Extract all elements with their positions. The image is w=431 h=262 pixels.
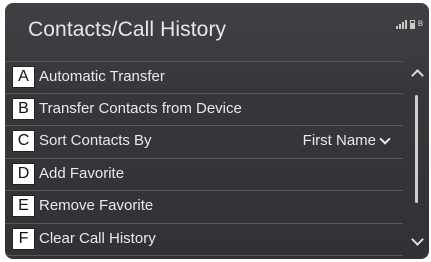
callout-label: B xyxy=(12,97,35,120)
contacts-call-history-screen: Contacts/Call History ʙ A Automatic Tran… xyxy=(5,3,429,259)
menu-item-transfer-contacts[interactable]: B Transfer Contacts from Device xyxy=(5,94,403,126)
menu-item-clear-call-history[interactable]: F Clear Call History xyxy=(5,224,403,256)
chevron-down-icon xyxy=(379,132,391,145)
chevron-down-icon[interactable] xyxy=(411,233,424,246)
callout-label: E xyxy=(12,195,35,217)
menu-item-remove-favorite[interactable]: E Remove Favorite xyxy=(5,191,403,224)
settings-menu-list: A Automatic Transfer B Transfer Contacts… xyxy=(5,61,403,256)
menu-item-automatic-transfer[interactable]: A Automatic Transfer xyxy=(5,61,403,94)
menu-item-label: Clear Call History xyxy=(39,229,156,247)
callout-label: D xyxy=(12,162,35,185)
scroll-thumb[interactable] xyxy=(415,95,418,203)
callout-label: C xyxy=(12,130,35,152)
status-bar: ʙ xyxy=(395,18,423,29)
signal-strength-icon xyxy=(395,19,407,29)
chevron-up-icon[interactable] xyxy=(411,69,424,82)
scrollbar[interactable] xyxy=(405,61,429,257)
callout-label: A xyxy=(12,66,35,88)
sort-order-value: First Name xyxy=(302,132,376,149)
battery-icon xyxy=(409,20,415,29)
menu-item-label: Remove Favorite xyxy=(39,197,154,214)
menu-item-label: Add Favorite xyxy=(39,164,125,182)
menu-item-add-favorite[interactable]: D Add Favorite xyxy=(5,159,403,191)
menu-item-sort-contacts-by[interactable]: C Sort Contacts By First Name xyxy=(5,126,403,159)
menu-item-label: Transfer Contacts from Device xyxy=(39,99,242,117)
bluetooth-icon: ʙ xyxy=(417,18,423,29)
callout-label: F xyxy=(12,227,35,250)
screen-title: Contacts/Call History xyxy=(28,18,227,41)
menu-item-label: Automatic Transfer xyxy=(39,68,165,85)
sort-order-dropdown[interactable]: First Name xyxy=(302,132,391,149)
menu-item-label: Sort Contacts By xyxy=(39,132,152,149)
